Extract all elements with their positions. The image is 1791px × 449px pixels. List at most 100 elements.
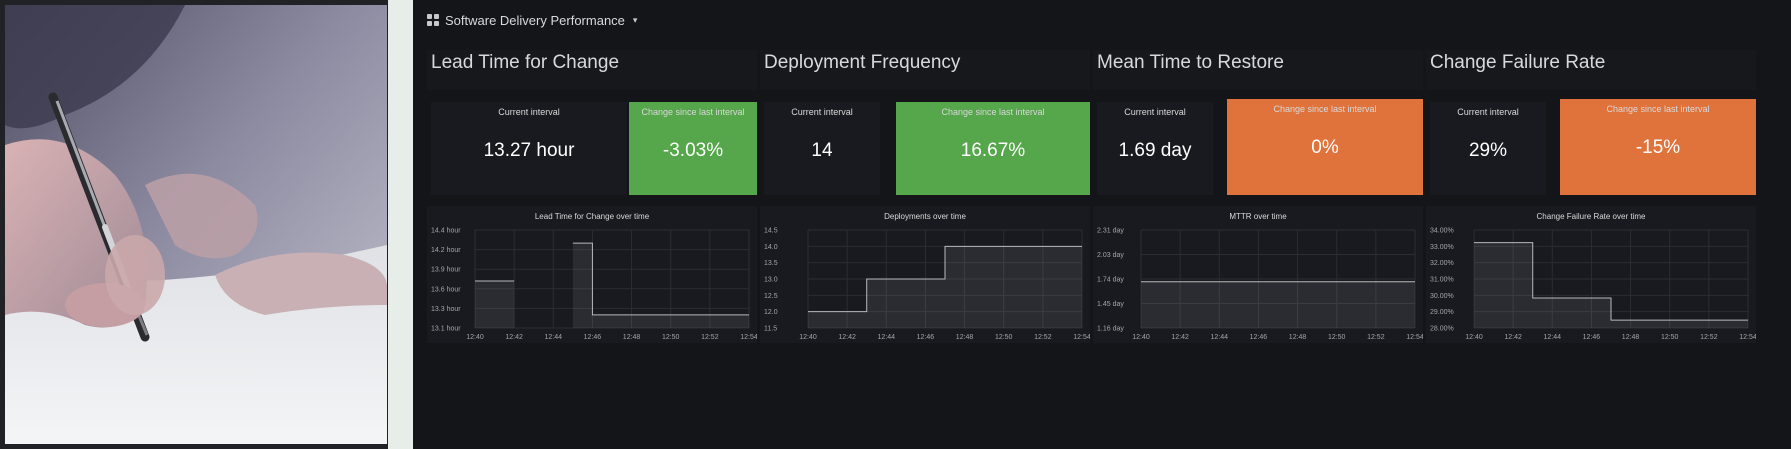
x-tick-label: 12:54 [1073,334,1090,341]
y-tick-label: 2.31 day [1097,228,1124,235]
y-tick-label: 12.0 [764,309,778,316]
x-tick-label: 12:40 [466,334,484,341]
stat-value: -3.03% [662,140,724,161]
x-tick-label: 12:46 [1583,334,1601,341]
x-tick-label: 12:46 [584,334,602,341]
y-tick-label: 14.4 hour [431,228,461,235]
y-tick-label: 14.0 [764,244,778,251]
y-tick-label: 30.00% [1430,293,1454,300]
row-title-lead-time: Lead Time for Change [427,50,757,90]
x-tick-label: 12:50 [662,334,680,341]
y-tick-label: 2.03 day [1097,252,1124,259]
x-tick-label: 12:44 [1544,334,1562,341]
y-tick-label: 11.5 [764,326,777,333]
y-tick-label: 31.00% [1430,277,1454,284]
y-tick-label: 32.00% [1430,260,1454,267]
stat-change-mttr[interactable]: Change since last interval 0% [1227,99,1423,195]
chart-svg: 2.31 day 2.03 day 1.74 day 1.45 day 1.16 day… [1097,228,1423,342]
series-area [475,280,515,328]
stat-change-failure-rate[interactable]: Change since last interval -15% [1560,99,1756,195]
y-tick-label: 12.5 [764,293,778,300]
stat-label: Change since last interval [941,107,1045,117]
stat-change-lead-time[interactable]: Change since last interval -3.03% [629,102,757,195]
stat-change-deployments[interactable]: Change since last interval 16.67% [896,102,1090,195]
x-tick-label: 12:42 [1171,334,1189,341]
stat-current-mttr[interactable]: Current interval 1.69 day [1097,102,1213,195]
stat-value: 14 [811,140,833,161]
x-tick-label: 12:42 [1504,334,1522,341]
x-tick-label: 12:48 [1622,334,1640,341]
y-tick-label: 33.00% [1430,244,1454,251]
x-tick-label: 12:52 [1700,334,1718,341]
y-tick-label: 13.1 hour [431,326,461,333]
y-tick-label: 14.2 hour [431,247,461,254]
x-tick-label: 12:50 [1661,334,1679,341]
x-tick-label: 12:46 [917,334,935,341]
dashboard-picker[interactable]: Software Delivery Performance ▾ [427,12,637,28]
chart-svg: 34.00% 33.00% 32.00% 31.00% 30.00% 29.00% 28.0… [1430,228,1756,342]
stat-value: 13.27 hour [483,140,575,161]
dashboard-grid-icon [427,14,439,26]
chart-lead-time[interactable]: Lead Time for Change over time 14.4 hour… [427,206,757,343]
y-tick-label: 13.5 [764,260,778,267]
x-tick-label: 12:48 [1289,334,1307,341]
x-tick-label: 12:42 [505,334,523,341]
chart-failure-rate[interactable]: Change Failure Rate over time 34.00% 33.0… [1426,206,1756,343]
stat-label: Change since last interval [1273,104,1377,114]
chevron-down-icon: ▾ [632,14,638,25]
x-tick-label: 12:44 [1211,334,1229,341]
y-tick-label: 1.45 day [1097,301,1124,308]
row-title-deployment-frequency: Deployment Frequency [760,50,1090,90]
y-tick-label: 1.74 day [1097,277,1124,284]
photo-frame-edge [388,0,413,449]
x-tick-label: 12:52 [701,334,719,341]
stat-current-deployments[interactable]: Current interval 14 [764,102,880,195]
y-tick-label: 13.6 hour [431,286,461,293]
x-tick-label: 12:52 [1367,334,1385,341]
stat-label: Current interval [791,107,853,117]
y-tick-label: 28.00% [1430,326,1454,333]
x-tick-label: 12:54 [740,334,757,341]
stat-label: Current interval [1457,107,1519,117]
stat-current-failure-rate[interactable]: Current interval 29% [1430,102,1546,195]
x-tick-label: 12:44 [878,334,896,341]
dashboard-title: Software Delivery Performance [445,12,625,28]
row-title-change-failure-rate: Change Failure Rate [1426,50,1756,90]
x-tick-label: 12:50 [995,334,1013,341]
chart-svg: 14.5 14.0 13.5 13.0 12.5 12.0 11.5 12:40 12:42 12… [764,228,1090,342]
series-line [572,242,749,316]
x-tick-label: 12:44 [545,334,563,341]
x-tick-label: 12:46 [1250,334,1268,341]
y-tick-label: 1.16 day [1097,326,1124,333]
stat-label: Change since last interval [1606,104,1710,114]
x-tick-label: 12:40 [799,334,817,341]
stat-label: Current interval [498,107,560,117]
stat-current-lead-time[interactable]: Current interval 13.27 hour [431,102,627,195]
x-tick-label: 12:42 [838,334,856,341]
chart-svg: 14.4 hour 14.2 hour 13.9 hour 13.6 hour 13.3… [431,228,757,342]
row-title-mttr: Mean Time to Restore [1093,50,1423,90]
dashboard: Software Delivery Performance ▾ Lead Tim… [413,0,1791,449]
y-tick-label: 34.00% [1430,228,1454,235]
hand-writing-photo [5,5,387,444]
x-tick-label: 12:48 [623,334,641,341]
y-tick-label: 13.9 hour [431,267,461,274]
chart-mttr[interactable]: MTTR over time 2.31 day 2.03 day 1.74 day 1… [1093,206,1423,343]
stat-value: 0% [1311,137,1339,158]
stat-value: -15% [1635,137,1681,158]
stat-label: Change since last interval [641,107,745,117]
y-tick-label: 29.00% [1430,309,1454,316]
x-tick-label: 12:52 [1034,334,1052,341]
series-area [1141,281,1415,328]
x-tick-label: 12:54 [1406,334,1423,341]
x-tick-label: 12:40 [1465,334,1483,341]
y-tick-label: 13.3 hour [431,306,461,313]
y-tick-label: 14.5 [764,228,778,235]
x-tick-label: 12:48 [956,334,974,341]
x-tick-label: 12:50 [1328,334,1346,341]
stat-label: Current interval [1124,107,1186,117]
stat-value: 16.67% [960,140,1026,161]
photo-panel [0,0,413,449]
chart-deployments[interactable]: Deployments over time 14.5 14.0 13.5 13.0 12… [760,206,1090,343]
y-tick-label: 13.0 [764,277,778,284]
